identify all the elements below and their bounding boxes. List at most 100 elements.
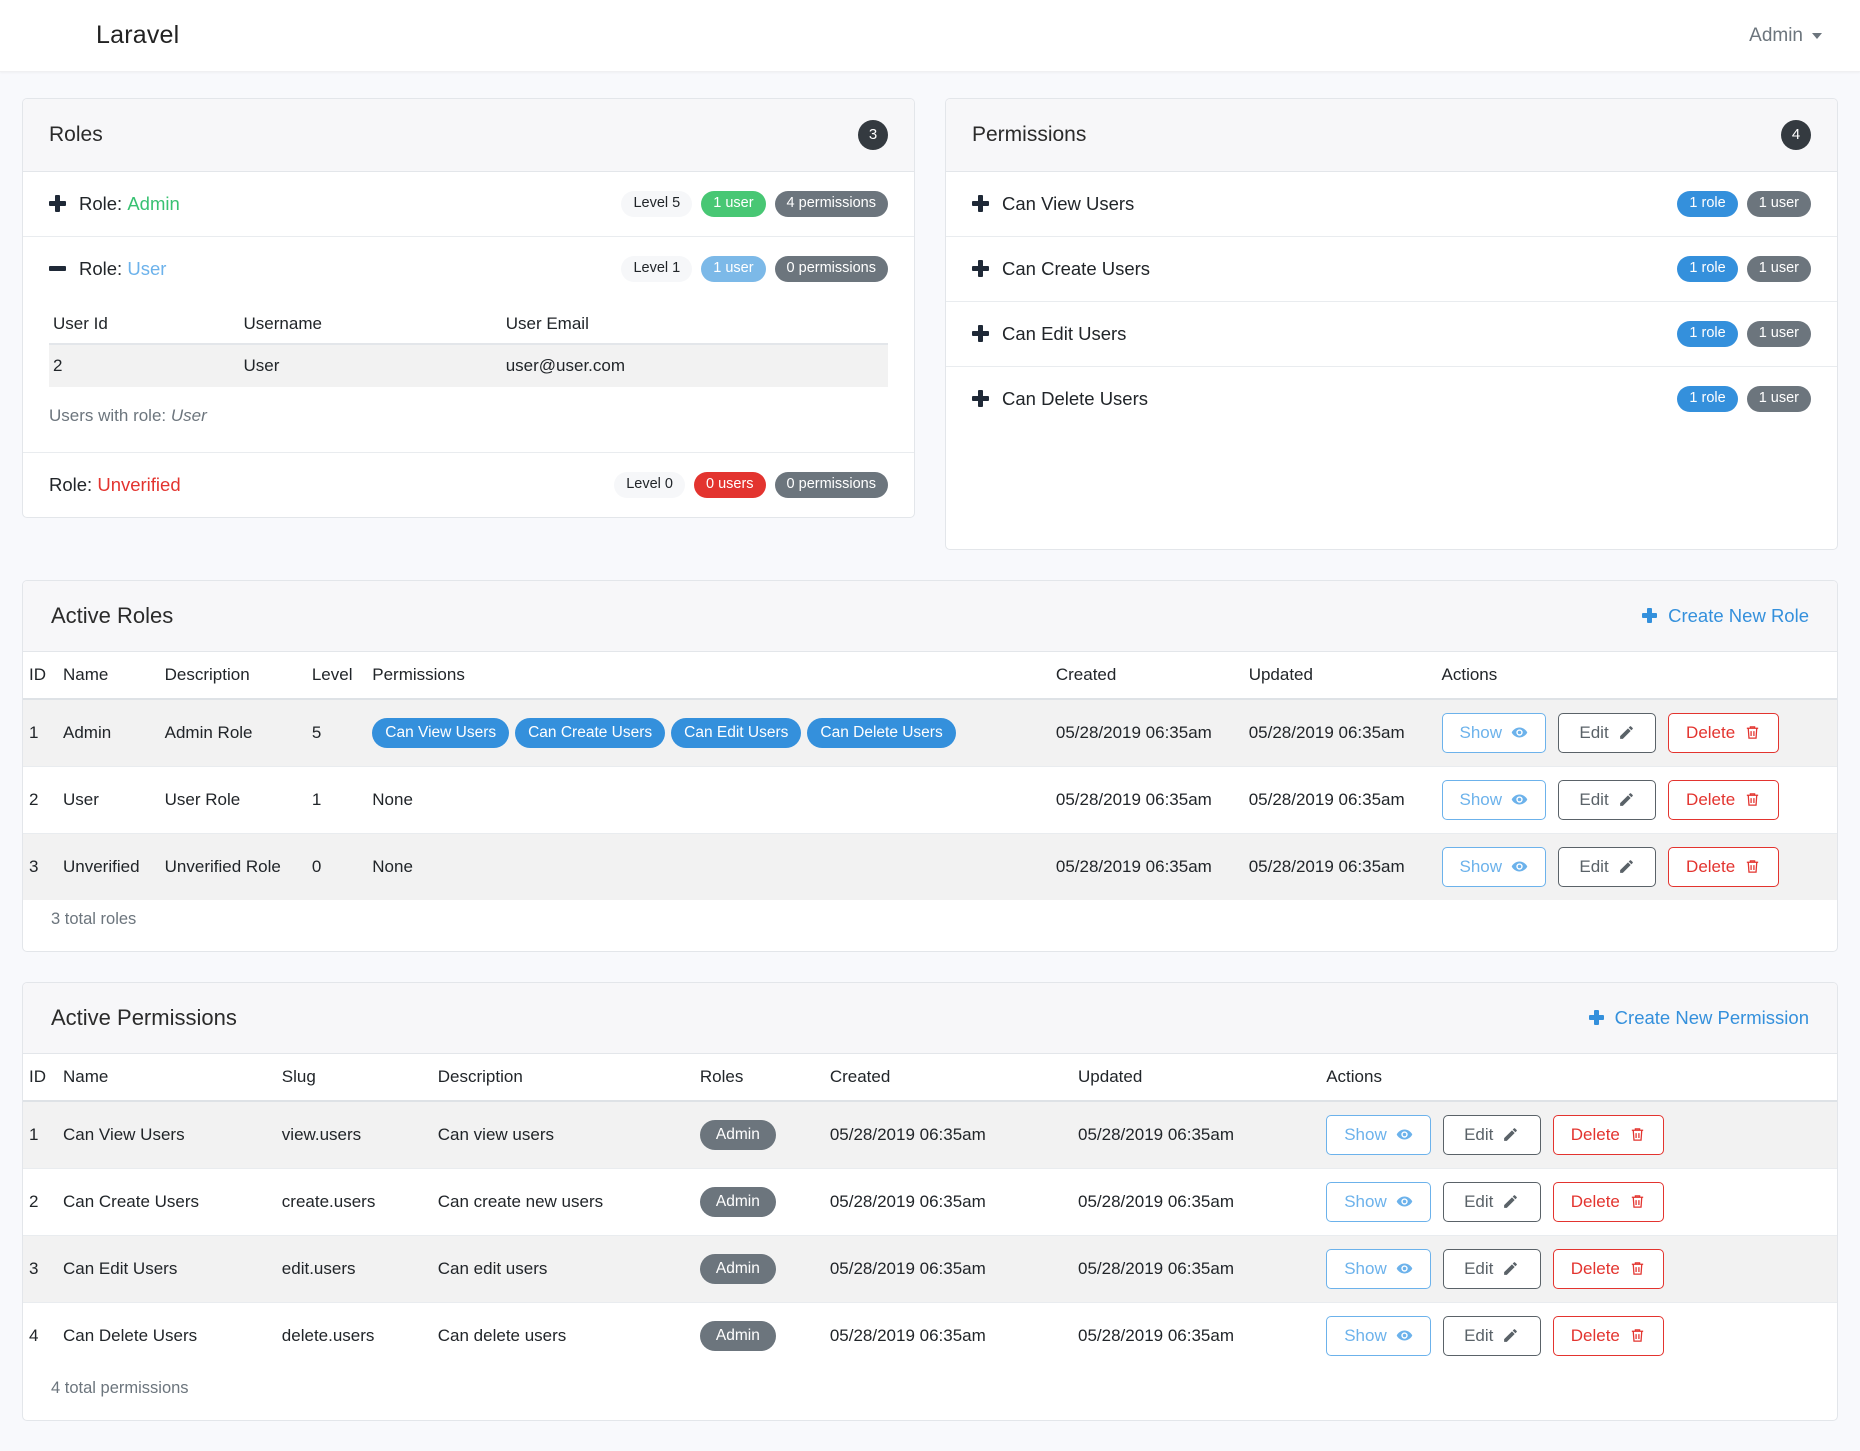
pencil-icon	[1504, 1329, 1518, 1343]
expand-plus-icon[interactable]	[972, 390, 989, 408]
role-accordion-header-user[interactable]: Role: User Level 1 1 user 0 permissions	[23, 237, 914, 301]
expand-plus-icon[interactable]	[972, 195, 989, 213]
role-accordion-body: User Id Username User Email 2 User user@user.…	[23, 301, 914, 452]
role-level-badge: Level 1	[621, 255, 693, 282]
active-permissions-thead: ID Name Slug Description Roles Created Updated…	[23, 1053, 1837, 1102]
cell-slug: create.users	[275, 1167, 432, 1236]
expand-plus-icon[interactable]	[972, 325, 989, 343]
cell-updated: 05/28/2019 06:35am	[1072, 1301, 1321, 1369]
delete-role-button[interactable]: Delete	[1668, 712, 1780, 753]
show-permission-button[interactable]: Show	[1326, 1315, 1431, 1356]
role-pill: Admin	[699, 1186, 776, 1217]
cell-name: Can Delete Users	[57, 1301, 276, 1369]
permission-accordion-header[interactable]: Can Create Users 1 role 1 user	[946, 237, 1837, 301]
permission-accordion-header[interactable]: Can Edit Users 1 role 1 user	[946, 302, 1837, 366]
cell-slug: delete.users	[275, 1301, 432, 1369]
cell-name: User	[57, 765, 159, 834]
edit-role-button[interactable]: Edit	[1558, 779, 1657, 820]
permission-accordion-header[interactable]: Can View Users 1 role 1 user	[946, 172, 1837, 236]
cell-id: 2	[23, 765, 57, 834]
edit-label: Edit	[1464, 1191, 1494, 1211]
eye-icon	[1511, 727, 1528, 738]
column-header: ID	[23, 1053, 57, 1102]
permission-accordion-item: Can View Users 1 role 1 user	[946, 172, 1837, 237]
row-actions: Show Edit Delete	[1326, 1315, 1831, 1356]
permission-users-badge: 1 user	[1746, 191, 1811, 217]
edit-label: Edit	[1579, 722, 1609, 742]
eye-icon	[1511, 861, 1528, 872]
cell-permissions: None	[366, 832, 1050, 900]
create-new-role-link[interactable]: Create New Role	[1642, 605, 1809, 627]
edit-role-button[interactable]: Edit	[1558, 846, 1657, 887]
permissions-accordion: Can View Users 1 role 1 user Can Create Use…	[946, 172, 1837, 431]
column-header: Slug	[275, 1053, 432, 1102]
role-accordion-item: Role: User Level 1 1 user 0 permissions User…	[23, 237, 914, 453]
column-header: Permissions	[366, 651, 1050, 700]
role-pill: Admin	[699, 1119, 776, 1150]
trash-icon	[1747, 860, 1759, 874]
brand-logo[interactable]: Laravel	[96, 21, 179, 50]
expand-plus-icon[interactable]	[49, 195, 66, 213]
permission-pill: Can View Users	[372, 717, 510, 748]
row-actions: Show Edit Delete	[1441, 846, 1831, 887]
eye-icon	[1396, 1196, 1413, 1207]
cell-description: Admin Role	[158, 698, 306, 767]
role-label-prefix: Role:	[49, 473, 98, 495]
trash-icon	[1631, 1195, 1644, 1209]
roles-card: Roles 3 Role: Admin Level 5 1 user 4 permis…	[22, 98, 915, 518]
cell-updated: 05/28/2019 06:35am	[1072, 1167, 1321, 1236]
delete-permission-button[interactable]: Delete	[1552, 1114, 1664, 1155]
role-accordion-header-admin[interactable]: Role: Admin Level 5 1 user 4 permissions	[23, 172, 914, 236]
permissions-card-header: Permissions 4	[946, 99, 1837, 172]
show-permission-button[interactable]: Show	[1326, 1248, 1431, 1289]
trash-icon	[1747, 793, 1759, 807]
permission-accordion-header[interactable]: Can Delete Users 1 role 1 user	[946, 367, 1837, 431]
column-header: Updated	[1072, 1053, 1321, 1102]
collapse-minus-icon[interactable]	[49, 260, 66, 277]
permissions-none-text: None	[372, 856, 413, 876]
role-pill: Admin	[699, 1320, 776, 1351]
column-header: Updated	[1242, 651, 1436, 700]
cell-actions: Show Edit Delete	[1435, 832, 1837, 900]
role-permissions-badge: 4 permissions	[774, 191, 888, 217]
show-permission-button[interactable]: Show	[1326, 1181, 1431, 1222]
edit-permission-button[interactable]: Edit	[1442, 1248, 1541, 1289]
roles-column: Roles 3 Role: Admin Level 5 1 user 4 permis…	[22, 98, 915, 518]
show-role-button[interactable]: Show	[1441, 779, 1547, 820]
show-label: Show	[1459, 856, 1503, 876]
delete-permission-button[interactable]: Delete	[1552, 1181, 1664, 1222]
expand-plus-icon[interactable]	[972, 260, 989, 278]
permission-pill: Can Delete Users	[807, 717, 956, 748]
edit-permission-button[interactable]: Edit	[1442, 1315, 1541, 1356]
show-label: Show	[1344, 1191, 1387, 1211]
column-header: ID	[23, 651, 57, 700]
cell-created: 05/28/2019 06:35am	[1049, 698, 1243, 767]
permissions-count-badge: 4	[1781, 120, 1811, 150]
edit-permission-button[interactable]: Edit	[1442, 1181, 1541, 1222]
permissions-card-title: Permissions	[972, 123, 1087, 146]
permission-accordion-item: Can Edit Users 1 role 1 user	[946, 302, 1837, 367]
cell-created: 05/28/2019 06:35am	[823, 1167, 1073, 1236]
delete-role-button[interactable]: Delete	[1668, 846, 1780, 887]
permissions-column: Permissions 4 Can View Users 1 role 1 user…	[945, 98, 1838, 550]
show-permission-button[interactable]: Show	[1326, 1114, 1431, 1155]
edit-label: Edit	[1579, 789, 1609, 809]
edit-permission-button[interactable]: Edit	[1442, 1114, 1541, 1155]
user-menu-dropdown[interactable]: Admin	[1749, 25, 1822, 47]
create-new-permission-link[interactable]: Create New Permission	[1588, 1007, 1809, 1029]
role-name: User	[127, 257, 167, 279]
show-role-button[interactable]: Show	[1441, 846, 1547, 887]
delete-permission-button[interactable]: Delete	[1552, 1315, 1664, 1356]
cell-actions: Show Edit Delete	[1435, 698, 1837, 767]
show-label: Show	[1459, 722, 1503, 742]
plus-icon	[1642, 608, 1658, 624]
delete-permission-button[interactable]: Delete	[1552, 1248, 1664, 1289]
edit-role-button[interactable]: Edit	[1558, 712, 1657, 753]
delete-role-button[interactable]: Delete	[1668, 779, 1780, 820]
permission-roles-badge: 1 role	[1677, 191, 1738, 217]
show-role-button[interactable]: Show	[1441, 712, 1547, 753]
permission-roles-badge: 1 role	[1677, 385, 1738, 412]
cell-roles: Admin	[693, 1100, 824, 1169]
delete-label: Delete	[1570, 1258, 1620, 1278]
delete-label: Delete	[1570, 1191, 1620, 1211]
